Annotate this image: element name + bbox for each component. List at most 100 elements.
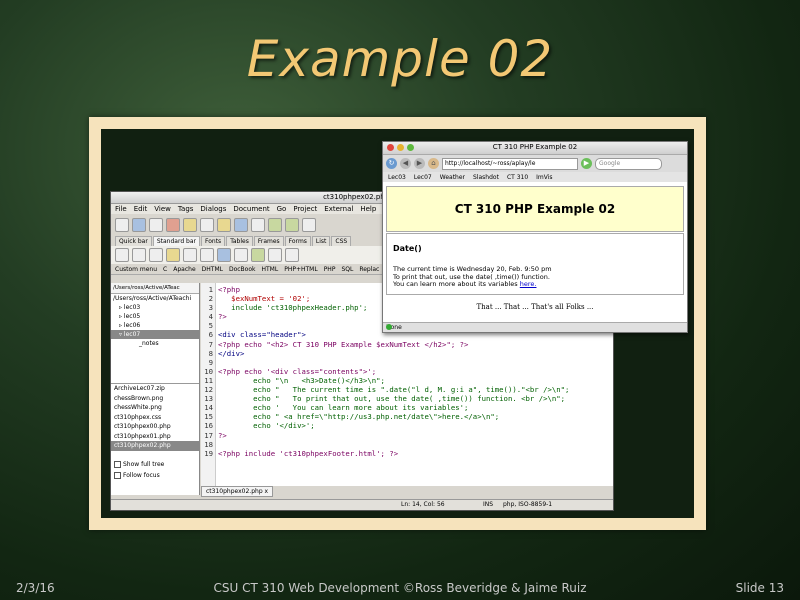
file-item[interactable]: ct310phpex.css	[111, 413, 199, 423]
tree-item-lec06[interactable]: ▹ lec06	[111, 321, 199, 330]
file-list: ArchiveLec07.zip chessBrown.png chessWhi…	[111, 383, 199, 451]
bookmark-ct310[interactable]: CT 310	[507, 174, 528, 181]
file-item[interactable]: ct310phpex01.php	[111, 432, 199, 442]
replace-icon[interactable]	[251, 218, 265, 232]
bookmark-slashdot[interactable]: Slashdot	[473, 174, 499, 181]
show-full-tree-checkbox[interactable]	[114, 461, 121, 468]
copy-icon[interactable]	[200, 218, 214, 232]
paste-icon[interactable]	[217, 218, 231, 232]
new-file-icon[interactable]	[115, 218, 129, 232]
tree-label: lec07	[123, 331, 141, 338]
bookmark-lec07[interactable]: Lec07	[414, 174, 432, 181]
php-date-link[interactable]: here.	[520, 280, 537, 288]
document-tab[interactable]: ct310phpex02.php x	[201, 486, 274, 497]
email-icon[interactable]	[234, 248, 248, 262]
quickstart-icon[interactable]	[115, 248, 129, 262]
follow-focus-option[interactable]: Follow focus	[111, 470, 199, 481]
forward-icon[interactable]: ▶	[414, 158, 425, 169]
bold-icon[interactable]	[132, 248, 146, 262]
menu-view[interactable]: View	[154, 205, 171, 213]
undo-icon[interactable]	[268, 218, 282, 232]
bookmark-weather[interactable]: Weather	[440, 174, 465, 181]
address-bar[interactable]: http://localhost/~ross/aplay/le	[442, 157, 578, 170]
tree-label: lec05	[123, 313, 141, 320]
open-file-icon[interactable]	[132, 218, 146, 232]
bookmark-imvis[interactable]: ImVis	[536, 174, 552, 181]
custom-docbook[interactable]: DocBook	[229, 266, 256, 273]
line-number: 12	[204, 385, 213, 395]
tab-standard-bar[interactable]: Standard bar	[152, 236, 200, 246]
find-icon[interactable]	[234, 218, 248, 232]
custom-php[interactable]: PHP	[324, 266, 336, 273]
browser-toolbar: ↻ ◀ ▶ ⌂ http://localhost/~ross/aplay/le …	[383, 155, 687, 172]
go-icon[interactable]: ▶	[581, 158, 592, 169]
tree-item-lec03[interactable]: ▹ lec03	[111, 303, 199, 312]
custom-html[interactable]: HTML	[262, 266, 279, 273]
tab-forms[interactable]: Forms	[284, 236, 311, 246]
tab-css[interactable]: CSS	[331, 236, 352, 246]
cut-icon[interactable]	[183, 218, 197, 232]
reload-icon[interactable]: ↻	[386, 158, 397, 169]
home-icon[interactable]: ⌂	[428, 158, 439, 169]
nbsp-icon[interactable]	[200, 248, 214, 262]
close-icon[interactable]	[166, 218, 180, 232]
tree-item-lec05[interactable]: ▹ lec05	[111, 312, 199, 321]
contents-text: The current time is Wednesday 20, Feb. 9…	[393, 265, 552, 289]
menu-dialogs[interactable]: Dialogs	[200, 205, 226, 213]
tree-root[interactable]: /Users/ross/Active/ATeachi	[111, 294, 199, 303]
file-browser-sidebar: /Users/ross/Active/ATeac /Users/ross/Act…	[111, 283, 200, 495]
menu-file[interactable]: File	[115, 205, 127, 213]
tab-list[interactable]: List	[311, 236, 331, 246]
custom-sql[interactable]: SQL	[341, 266, 353, 273]
paragraph-icon[interactable]	[166, 248, 180, 262]
menu-edit[interactable]: Edit	[134, 205, 148, 213]
menu-go[interactable]: Go	[277, 205, 287, 213]
menu-tags[interactable]: Tags	[178, 205, 194, 213]
browser-titlebar[interactable]: CT 310 PHP Example 02	[383, 142, 687, 155]
menu-external[interactable]: External	[324, 205, 353, 213]
follow-focus-checkbox[interactable]	[114, 472, 121, 479]
custom-replace[interactable]: Replac	[359, 266, 379, 273]
bookmark-lec03[interactable]: Lec03	[388, 174, 406, 181]
break-icon[interactable]	[183, 248, 197, 262]
menu-project[interactable]: Project	[293, 205, 317, 213]
save-icon[interactable]	[149, 218, 163, 232]
file-item[interactable]: ct310phpex00.php	[111, 422, 199, 432]
file-item[interactable]: chessBrown.png	[111, 394, 199, 404]
tab-tables[interactable]: Tables	[226, 236, 253, 246]
tree-label: lec03	[123, 304, 141, 311]
tab-quick-bar[interactable]: Quick bar	[115, 236, 152, 246]
custom-menu[interactable]: Custom menu	[115, 266, 157, 273]
preview-icon[interactable]	[302, 218, 316, 232]
custom-php-html[interactable]: PHP+HTML	[284, 266, 317, 273]
close-tab-icon[interactable]: x	[265, 488, 269, 495]
custom-apache[interactable]: Apache	[173, 266, 195, 273]
line-number: 6	[208, 330, 213, 340]
search-input[interactable]: Google	[595, 157, 662, 170]
code-line: echo "\n <h3>Date()</h3>\n";	[218, 375, 385, 385]
tree-item-lec07[interactable]: ▿ lec07	[111, 330, 199, 339]
italic-icon[interactable]	[149, 248, 163, 262]
page-contents: Date() The current time is Wednesday 20,…	[386, 233, 684, 295]
tab-fonts[interactable]: Fonts	[200, 236, 226, 246]
custom-dhtml[interactable]: DHTML	[202, 266, 223, 273]
tree-item-notes[interactable]: _notes	[111, 339, 199, 348]
sidebar-path[interactable]: /Users/ross/Active/ATeac	[111, 283, 199, 294]
menu-help[interactable]: Help	[360, 205, 376, 213]
line-number: 18	[204, 439, 213, 449]
anchor-icon[interactable]	[217, 248, 231, 262]
custom-c[interactable]: C	[163, 266, 167, 273]
code-line: echo ' You can learn more about its vari…	[218, 403, 469, 413]
file-item-selected[interactable]: ct310phpex02.php	[111, 441, 199, 451]
menu-document[interactable]: Document	[233, 205, 269, 213]
heading-icon[interactable]	[285, 248, 299, 262]
image-icon[interactable]	[251, 248, 265, 262]
back-icon[interactable]: ◀	[400, 158, 411, 169]
redo-icon[interactable]	[285, 218, 299, 232]
tab-frames[interactable]: Frames	[253, 236, 284, 246]
show-full-tree-option[interactable]: Show full tree	[111, 459, 199, 470]
comment-icon[interactable]	[268, 248, 282, 262]
folder-tree: /Users/ross/Active/ATeachi ▹ lec03 ▹ lec…	[111, 294, 199, 348]
file-item[interactable]: chessWhite.png	[111, 403, 199, 413]
file-item[interactable]: ArchiveLec07.zip	[111, 384, 199, 394]
